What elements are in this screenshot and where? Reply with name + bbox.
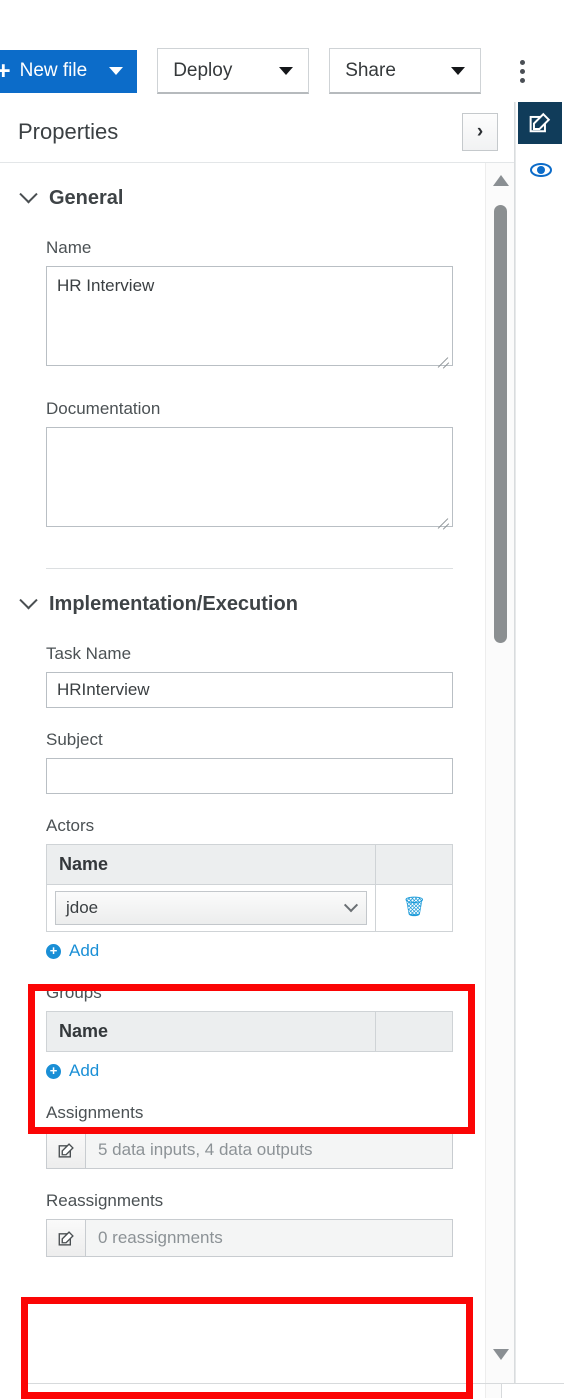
share-button[interactable]: Share: [329, 48, 482, 94]
scroll-up-arrow-icon[interactable]: [493, 175, 510, 186]
subject-input[interactable]: [46, 758, 453, 794]
properties-panel-header: Properties ›: [0, 102, 515, 163]
new-file-button[interactable]: + New file: [0, 49, 138, 93]
deploy-label: Deploy: [173, 59, 233, 81]
reassignments-field[interactable]: 0 reassignments: [46, 1219, 453, 1257]
kebab-dot-icon: [519, 59, 525, 65]
kebab-dot-icon: [519, 77, 525, 83]
actors-label: Actors: [46, 816, 95, 835]
groups-label: Groups: [46, 983, 102, 1002]
properties-tab-button[interactable]: [518, 102, 563, 144]
share-label: Share: [345, 59, 396, 81]
actors-col-name: Name: [46, 844, 376, 885]
table-row: jdoe 🗑: [46, 884, 453, 932]
deploy-button[interactable]: Deploy: [157, 48, 310, 94]
top-spacer: [0, 0, 564, 40]
properties-panel: Properties › General Name Docume: [0, 102, 516, 1398]
preview-tab-button[interactable]: [529, 160, 553, 180]
assignments-edit-button[interactable]: [47, 1132, 86, 1168]
assignments-label: Assignments: [46, 1103, 144, 1122]
implementation-fields: Task Name Subject Actors Name: [0, 644, 487, 1257]
task-name-label: Task Name: [46, 644, 132, 663]
chevron-down-icon: [19, 185, 38, 204]
chevron-down-icon: [279, 66, 294, 75]
groups-col-actions: [375, 1011, 453, 1052]
kebab-dot-icon: [519, 68, 525, 74]
actor-actions-cell: 🗑: [375, 884, 453, 932]
task-name-input[interactable]: [46, 672, 453, 708]
properties-form: General Name Documentation: [0, 163, 487, 1257]
edit-icon: [529, 112, 551, 133]
edit-icon: [58, 1142, 74, 1158]
actors-add-label: Add: [69, 941, 100, 960]
actors-col-actions: [375, 844, 453, 885]
actors-table: Name jdoe 🗑: [46, 844, 453, 932]
groups-table-header-row: Name: [46, 1011, 453, 1052]
section-general-title: General: [49, 187, 124, 209]
reassignments-value: 0 reassignments: [86, 1220, 452, 1256]
scrollbar-thumb[interactable]: [494, 205, 508, 643]
more-options-button[interactable]: [511, 59, 533, 83]
groups-col-name: Name: [46, 1011, 376, 1052]
footer-divider: [22, 1383, 515, 1384]
actor-name-cell: jdoe: [46, 884, 376, 932]
section-implementation-title: Implementation/Execution: [49, 593, 298, 615]
plus-icon: +: [0, 56, 11, 85]
chevron-down-icon: [451, 66, 466, 75]
documentation-input[interactable]: [46, 427, 453, 527]
actor-select-value: jdoe: [66, 898, 99, 917]
plus-circle-icon: +: [46, 943, 61, 959]
actors-add-button[interactable]: + Add: [46, 941, 453, 961]
page-title: Properties: [18, 119, 119, 144]
name-label: Name: [46, 238, 92, 257]
chevron-right-icon: ›: [476, 121, 484, 142]
name-input[interactable]: [46, 266, 453, 366]
actor-select[interactable]: jdoe: [55, 891, 367, 925]
reassignments-label: Reassignments: [46, 1191, 164, 1210]
groups-add-button[interactable]: + Add: [46, 1061, 453, 1081]
chevron-down-icon: [343, 898, 359, 913]
properties-scroll-area: General Name Documentation: [0, 163, 515, 1398]
chevron-down-icon: [109, 67, 124, 75]
section-implementation-header[interactable]: Implementation/Execution: [0, 569, 487, 616]
workspace: Properties › General Name Docume: [0, 102, 564, 1399]
collapse-panel-button[interactable]: ›: [462, 113, 499, 151]
subject-label: Subject: [46, 730, 103, 749]
right-rail: [515, 102, 564, 1398]
delete-icon[interactable]: 🗑: [402, 897, 426, 918]
edit-icon: [58, 1230, 74, 1246]
documentation-label: Documentation: [46, 399, 161, 418]
general-fields: Name Documentation: [0, 238, 487, 532]
footer-corner-box: [501, 1383, 564, 1398]
groups-table: Name: [46, 1011, 453, 1052]
chevron-down-icon: [19, 591, 38, 610]
section-general-header[interactable]: General: [0, 163, 487, 210]
assignments-value: 5 data inputs, 4 data outputs: [86, 1132, 452, 1168]
actors-table-header-row: Name: [46, 844, 453, 885]
properties-scrollbar[interactable]: [485, 163, 515, 1398]
scroll-down-arrow-icon[interactable]: [493, 1349, 510, 1360]
eye-icon: [530, 163, 553, 177]
new-file-label: New file: [19, 60, 88, 81]
groups-add-label: Add: [69, 1061, 100, 1080]
plus-circle-icon: +: [46, 1063, 61, 1079]
assignments-field[interactable]: 5 data inputs, 4 data outputs: [46, 1131, 453, 1169]
top-toolbar: + New file Deploy Share: [0, 40, 564, 102]
reassignments-edit-button[interactable]: [47, 1220, 86, 1256]
name-textarea-wrap: [46, 266, 453, 371]
documentation-textarea-wrap: [46, 427, 453, 532]
